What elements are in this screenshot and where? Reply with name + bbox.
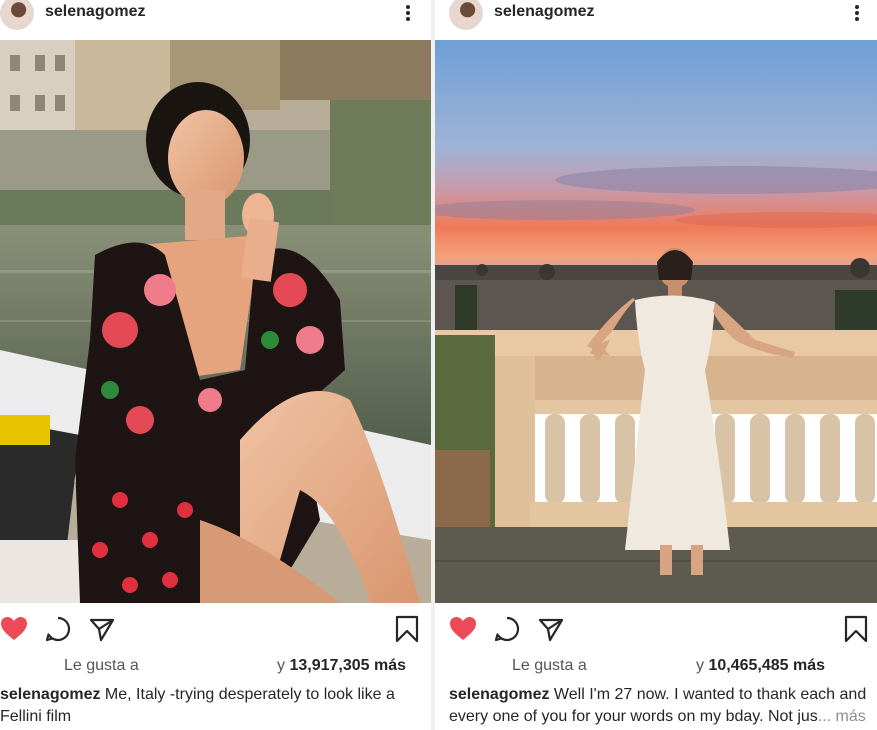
more-link[interactable]: ... más: [818, 708, 866, 725]
post-photo-image: [435, 40, 877, 603]
username[interactable]: selenagomez: [494, 3, 594, 21]
likes-count: 13,917,305 más: [289, 657, 406, 674]
post-header: selenagomez: [0, 0, 431, 40]
caption-username[interactable]: selenagomez: [449, 686, 549, 703]
post-photo[interactable]: [0, 40, 431, 603]
send-icon[interactable]: [537, 615, 565, 643]
heart-icon[interactable]: [0, 615, 28, 643]
caption-username[interactable]: selenagomez: [0, 686, 100, 703]
likes-connector: y: [696, 657, 704, 674]
post-photo[interactable]: [435, 40, 877, 603]
post-card: selenagomez: [435, 0, 877, 730]
post-photo-image: [0, 40, 431, 603]
username[interactable]: selenagomez: [45, 3, 145, 21]
comment-icon[interactable]: [493, 615, 521, 643]
bookmark-icon[interactable]: [842, 615, 870, 643]
caption: selenagomez Me, Italy -trying desperatel…: [0, 684, 415, 728]
post-actions: [0, 615, 431, 643]
send-icon[interactable]: [88, 615, 116, 643]
likes-prefix: Le gusta a: [512, 657, 587, 674]
heart-icon[interactable]: [449, 615, 477, 643]
post-actions: [435, 615, 877, 643]
post-card: selenagomez: [0, 0, 431, 730]
post-header: selenagomez: [435, 0, 877, 40]
more-options-icon[interactable]: [403, 2, 413, 24]
likes-connector: y: [277, 657, 285, 674]
likes-summary[interactable]: y 10,465,485 más: [696, 657, 825, 675]
likes-count: 10,465,485 más: [708, 657, 825, 674]
avatar[interactable]: [449, 0, 483, 30]
avatar[interactable]: [0, 0, 34, 30]
comment-icon[interactable]: [44, 615, 72, 643]
likes-summary[interactable]: y 13,917,305 más: [277, 657, 406, 675]
caption: selenagomez Well I'm 27 now. I wanted to…: [449, 684, 874, 728]
likes-prefix: Le gusta a: [64, 657, 139, 674]
bookmark-icon[interactable]: [393, 615, 421, 643]
more-options-icon[interactable]: [852, 2, 862, 24]
